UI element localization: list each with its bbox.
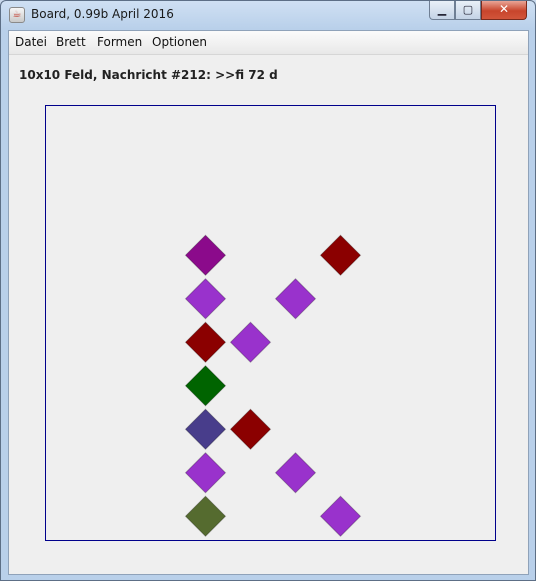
window-title: Board, 0.99b April 2016 <box>31 7 174 21</box>
board-piece-3-7[interactable] <box>184 408 227 450</box>
board-piece-6-3[interactable] <box>319 234 362 276</box>
board-piece-5-4[interactable] <box>274 278 317 320</box>
game-board[interactable] <box>45 105 496 541</box>
board-frame <box>45 105 496 541</box>
board-piece-3-9[interactable] <box>184 495 227 537</box>
board-piece-3-5[interactable] <box>184 321 227 363</box>
board-piece-4-7[interactable] <box>229 408 272 450</box>
close-button[interactable]: ✕ <box>481 1 527 20</box>
board-piece-3-8[interactable] <box>184 452 227 494</box>
menu-optionen[interactable]: Optionen <box>152 35 207 49</box>
menu-bar: Datei Brett Formen Optionen <box>9 31 528 55</box>
title-bar[interactable]: ☕ Board, 0.99b April 2016 ▁ ▢ ✕ <box>1 1 535 29</box>
board-piece-3-6[interactable] <box>184 365 227 407</box>
menu-formen[interactable]: Formen <box>97 35 142 49</box>
close-icon: ✕ <box>498 2 510 16</box>
menu-brett[interactable]: Brett <box>56 35 86 49</box>
board-piece-3-4[interactable] <box>184 278 227 320</box>
window-content: Datei Brett Formen Optionen 10x10 Feld, … <box>8 30 529 575</box>
board-piece-4-5[interactable] <box>229 321 272 363</box>
minimize-icon: ▁ <box>437 3 447 16</box>
java-icon[interactable]: ☕ <box>9 7 25 23</box>
maximize-icon: ▢ <box>462 3 474 16</box>
minimize-button[interactable]: ▁ <box>429 1 455 20</box>
board-piece-6-9[interactable] <box>319 495 362 537</box>
board-piece-5-8[interactable] <box>274 452 317 494</box>
status-message: 10x10 Feld, Nachricht #212: >>fi 72 d <box>19 68 278 82</box>
app-window: ☕ Board, 0.99b April 2016 ▁ ▢ ✕ Datei Br… <box>0 0 536 581</box>
menu-datei[interactable]: Datei <box>15 35 47 49</box>
board-piece-3-3[interactable] <box>184 234 227 276</box>
maximize-button[interactable]: ▢ <box>455 1 481 20</box>
